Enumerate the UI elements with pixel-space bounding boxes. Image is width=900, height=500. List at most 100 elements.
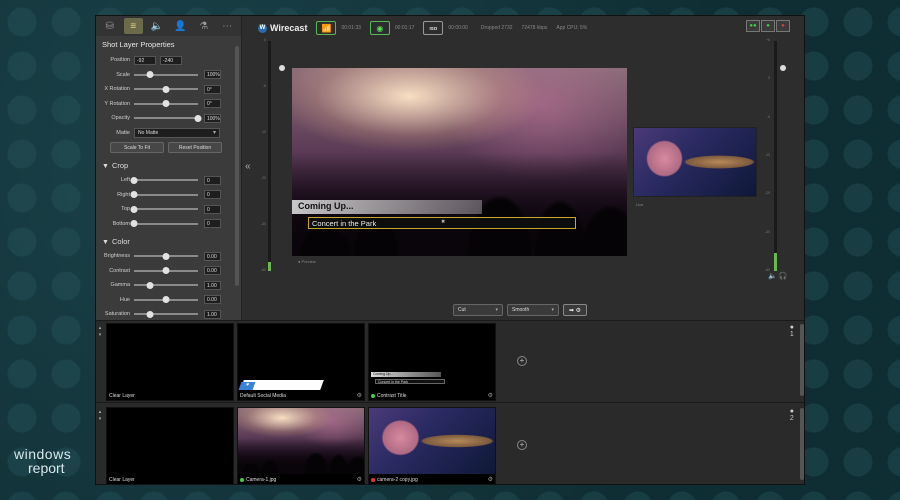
shot-default-social-media[interactable]: ♥ Default Social Media ⚙ bbox=[237, 323, 365, 401]
color-value-field[interactable]: 0.00 bbox=[204, 295, 221, 305]
shot-thumbnail bbox=[107, 324, 233, 390]
properties-tab-icon[interactable]: ≡ bbox=[123, 18, 143, 34]
color-value-field[interactable]: 1.00 bbox=[204, 280, 221, 290]
shot-camera-2-copy[interactable]: camera-2 copy.jpg ⚙ bbox=[368, 407, 496, 484]
color-value-field[interactable]: 0.00 bbox=[204, 251, 221, 261]
color-value-field[interactable]: 0.00 bbox=[204, 266, 221, 276]
slider-knob[interactable] bbox=[162, 252, 170, 260]
transform-slider[interactable] bbox=[134, 85, 198, 93]
output-button-2[interactable]: ● bbox=[761, 20, 775, 32]
crop-slider[interactable] bbox=[130, 220, 198, 228]
scale-to-fit-button[interactable]: Scale To Fit bbox=[110, 142, 164, 153]
transform-value-field[interactable]: 100% bbox=[204, 70, 221, 80]
shot-clear-layer[interactable]: Clear Layer bbox=[106, 323, 234, 401]
transform-slider[interactable] bbox=[134, 100, 198, 108]
crop-value-field[interactable]: 0 bbox=[204, 204, 221, 214]
gear-icon[interactable]: ⚙ bbox=[357, 392, 362, 399]
slider-knob[interactable] bbox=[146, 310, 154, 318]
layers-tab-icon[interactable]: ⛁ bbox=[100, 18, 120, 34]
headphones-icon[interactable]: 🎧 bbox=[779, 273, 788, 280]
slider-knob[interactable] bbox=[130, 205, 138, 213]
lower-third-subtitle[interactable]: Concert in the Park ✖ bbox=[308, 217, 576, 229]
color-value-field[interactable]: 1.00 bbox=[204, 309, 221, 319]
shot-name: Contrast Title bbox=[377, 393, 407, 399]
crop-value-field[interactable]: 0 bbox=[204, 190, 221, 200]
speaker-icon[interactable]: 🔈 bbox=[768, 273, 777, 280]
iso-button[interactable]: ISO bbox=[423, 21, 444, 35]
meter-scale-label: 0 bbox=[768, 76, 770, 81]
slider-knob[interactable] bbox=[146, 281, 154, 289]
transform-value-field[interactable]: 100% bbox=[204, 113, 221, 123]
color-slider[interactable] bbox=[134, 267, 198, 275]
crop-section-header[interactable]: ▼ Crop bbox=[96, 155, 241, 173]
slider-knob[interactable] bbox=[146, 71, 154, 79]
color-section-header[interactable]: ▼ Color bbox=[96, 231, 241, 249]
right-fader-knob[interactable] bbox=[780, 65, 786, 71]
position-y-input[interactable]: -240 bbox=[160, 55, 182, 65]
shot-camera-1[interactable]: Camera-1.jpg ⚙ bbox=[237, 407, 365, 484]
stream-button[interactable]: 📶 bbox=[316, 21, 337, 35]
live-monitor[interactable] bbox=[633, 127, 757, 197]
transition-mode-select[interactable]: Cut ▾ bbox=[453, 304, 503, 316]
gear-icon[interactable]: ⚙ bbox=[488, 476, 493, 483]
transform-value-field[interactable]: 0° bbox=[204, 84, 221, 94]
transform-label: Opacity bbox=[111, 115, 130, 122]
record-button[interactable]: ◉ bbox=[369, 21, 390, 35]
color-slider[interactable] bbox=[134, 296, 198, 304]
matte-select[interactable]: No Matte bbox=[134, 127, 220, 138]
app-logo: W Wirecast bbox=[258, 23, 307, 33]
shot-label: Clear Layer bbox=[109, 393, 135, 399]
properties-scrollbar[interactable] bbox=[235, 46, 239, 286]
transform-label: Y Rotation bbox=[104, 100, 130, 107]
output-button-1[interactable]: ●● bbox=[746, 20, 760, 32]
slider-knob[interactable] bbox=[130, 220, 138, 228]
crop-value-field[interactable]: 0 bbox=[204, 219, 221, 229]
go-button[interactable]: ➡ ⚙ bbox=[563, 304, 587, 316]
status-dot-icon bbox=[371, 394, 375, 398]
color-slider[interactable] bbox=[134, 252, 198, 260]
layer-reorder-arrows[interactable]: ▴ ▾ bbox=[96, 409, 104, 423]
shot-name: Clear Layer bbox=[109, 477, 135, 483]
shot-name: Default Social Media bbox=[240, 393, 286, 399]
add-shot-button[interactable]: + bbox=[517, 356, 527, 366]
left-fader-knob[interactable] bbox=[279, 65, 285, 71]
crop-slider[interactable] bbox=[130, 176, 198, 184]
shot-clear-layer[interactable]: Clear Layer bbox=[106, 407, 234, 484]
close-icon[interactable]: ✖ bbox=[441, 219, 445, 225]
transform-value-field[interactable]: 0° bbox=[204, 99, 221, 109]
audio-tab-icon[interactable]: 🔈 bbox=[147, 18, 167, 34]
record-icon: ◉ bbox=[376, 23, 384, 33]
transform-slider[interactable] bbox=[134, 71, 198, 79]
transform-row: Opacity 100% bbox=[96, 111, 241, 126]
slider-knob[interactable] bbox=[162, 100, 170, 108]
crop-slider[interactable] bbox=[130, 205, 198, 213]
gear-icon[interactable]: ⚙ bbox=[488, 392, 493, 399]
layer-scrollbar[interactable] bbox=[800, 324, 804, 396]
slider-knob[interactable] bbox=[162, 296, 170, 304]
transition-style-select[interactable]: Smooth ▾ bbox=[507, 304, 559, 316]
slider-knob[interactable] bbox=[130, 191, 138, 199]
crop-value-field[interactable]: 0 bbox=[204, 175, 221, 185]
slider-knob[interactable] bbox=[130, 176, 138, 184]
slider-knob[interactable] bbox=[162, 267, 170, 275]
color-slider[interactable] bbox=[134, 310, 198, 318]
slider-knob[interactable] bbox=[194, 114, 202, 122]
collapse-panel-icon[interactable]: « bbox=[245, 161, 251, 172]
layer-reorder-arrows[interactable]: ▴ ▾ bbox=[96, 325, 104, 339]
more-tab-icon[interactable]: ⋯ bbox=[218, 18, 238, 34]
audio-controls: 🔈 🎧 bbox=[768, 272, 787, 280]
output-button-3[interactable]: ● bbox=[776, 20, 790, 32]
chroma-tab-icon[interactable]: 👤 bbox=[171, 18, 191, 34]
layer-scrollbar[interactable] bbox=[800, 408, 804, 480]
shot-contrast-title[interactable]: Coming Up... Concert in the Park Contras… bbox=[368, 323, 496, 401]
add-shot-button[interactable]: + bbox=[517, 440, 527, 450]
effects-tab-icon[interactable]: ⚗ bbox=[194, 18, 214, 34]
reset-position-button[interactable]: Reset Position bbox=[168, 142, 222, 153]
preview-monitor[interactable]: Coming Up... Concert in the Park ✖ bbox=[292, 68, 627, 256]
color-slider[interactable] bbox=[134, 281, 198, 289]
slider-knob[interactable] bbox=[162, 85, 170, 93]
transform-slider[interactable] bbox=[134, 114, 202, 122]
crop-slider[interactable] bbox=[130, 191, 198, 199]
gear-icon[interactable]: ⚙ bbox=[357, 476, 362, 483]
position-x-input[interactable]: -92 bbox=[134, 55, 156, 65]
